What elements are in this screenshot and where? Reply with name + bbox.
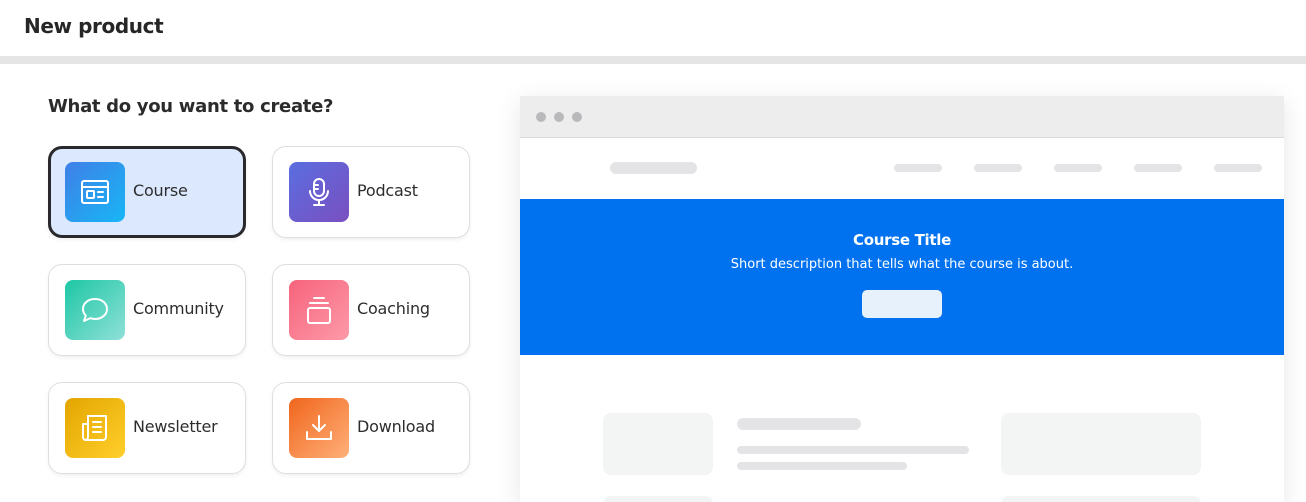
skeleton-card <box>1001 496 1201 502</box>
skeleton-nav-link <box>894 164 942 172</box>
option-download-label: Download <box>357 417 435 436</box>
template-preview: Course Title Short description that tell… <box>520 96 1284 502</box>
option-newsletter[interactable]: Newsletter <box>48 382 246 474</box>
skeleton-nav-link <box>1134 164 1182 172</box>
skeleton-image <box>603 413 713 475</box>
skeleton-nav-link <box>1214 164 1262 172</box>
preview-hero: Course Title Short description that tell… <box>520 199 1284 355</box>
browser-toolbar <box>520 96 1284 138</box>
option-course-label: Course <box>133 181 188 200</box>
skeleton-nav-link <box>1054 164 1102 172</box>
window-dot <box>554 112 564 122</box>
skeleton-nav-link <box>974 164 1022 172</box>
page-title: New product <box>24 14 164 38</box>
hero-title: Course Title <box>853 231 951 249</box>
skeleton-image <box>603 496 713 502</box>
option-community-label: Community <box>133 299 224 318</box>
top-bar: New product <box>0 0 1306 56</box>
skeleton-card <box>1001 413 1201 475</box>
option-podcast[interactable]: Podcast <box>272 146 470 238</box>
newspaper-icon <box>65 398 125 458</box>
hero-cta-button[interactable] <box>862 290 942 318</box>
window-dot <box>572 112 582 122</box>
option-newsletter-label: Newsletter <box>133 417 218 436</box>
option-coaching[interactable]: Coaching <box>272 264 470 356</box>
course-browser-icon <box>65 162 125 222</box>
option-course[interactable]: Course <box>48 146 246 238</box>
microphone-icon <box>289 162 349 222</box>
chat-bubble-icon <box>65 280 125 340</box>
option-download[interactable]: Download <box>272 382 470 474</box>
chooser-prompt: What do you want to create? <box>48 96 334 117</box>
hero-description: Short description that tells what the co… <box>730 257 1074 272</box>
window-dot <box>536 112 546 122</box>
option-community[interactable]: Community <box>48 264 246 356</box>
layers-icon <box>289 280 349 340</box>
skeleton-logo <box>610 162 697 174</box>
option-podcast-label: Podcast <box>357 181 418 200</box>
skeleton-text-line <box>737 462 907 470</box>
skeleton-text-line <box>737 446 969 454</box>
skeleton-heading <box>737 418 861 430</box>
option-coaching-label: Coaching <box>357 299 430 318</box>
download-icon <box>289 398 349 458</box>
header-divider <box>0 56 1306 64</box>
